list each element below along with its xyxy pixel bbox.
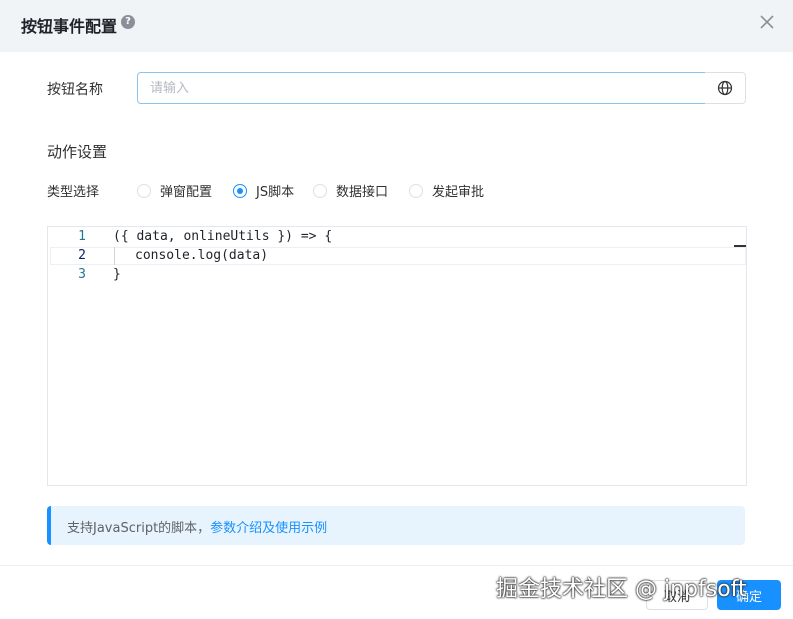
radio-label: 发起审批	[432, 185, 485, 200]
dialog-title: 按钮事件配置	[21, 17, 118, 36]
radio-circle[interactable]	[137, 183, 151, 198]
dialog-header: 按钮事件配置 ?	[0, 0, 793, 52]
type-select-label: 类型选择	[47, 185, 100, 200]
i18n-button[interactable]	[705, 72, 746, 104]
close-icon[interactable]	[758, 13, 776, 31]
tip-accent-bar	[47, 506, 51, 545]
tip-text: 支持JavaScript的脚本，参数介绍及使用示例	[67, 517, 327, 536]
line-number: 1	[78, 229, 86, 244]
globe-icon	[717, 80, 733, 96]
button-name-label: 按钮名称	[47, 82, 103, 98]
radio-label: 数据接口	[336, 185, 389, 200]
info-tip: 支持JavaScript的脚本，参数介绍及使用示例	[47, 506, 745, 545]
code-editor[interactable]: 1 ({ data, onlineUtils }) => { 2 console…	[47, 226, 747, 486]
button-name-input[interactable]	[137, 72, 718, 104]
radio-data-interface[interactable]: 数据接口	[313, 181, 388, 200]
footer-divider	[0, 565, 793, 566]
radio-circle-checked[interactable]	[233, 183, 247, 198]
radio-start-approval[interactable]: 发起审批	[409, 181, 484, 200]
help-icon[interactable]: ?	[121, 15, 135, 29]
code-line: 3 }	[48, 266, 746, 284]
line-number: 3	[78, 267, 86, 282]
code-text: console.log(data)	[135, 248, 269, 263]
params-doc-link[interactable]: 参数介绍及使用示例	[210, 521, 327, 536]
code-text: }	[113, 267, 121, 282]
radio-circle[interactable]	[409, 183, 423, 198]
watermark-text: 掘金技术社区 @ jnpfsoft	[496, 577, 747, 602]
code-line-active: 2 console.log(data)	[48, 247, 746, 265]
radio-label: 弹窗配置	[160, 185, 213, 200]
minimap-marker	[734, 245, 746, 247]
indent-guide	[114, 247, 115, 265]
radio-js-script[interactable]: JS脚本	[233, 181, 294, 200]
tip-message: 支持JavaScript的脚本，	[67, 521, 211, 536]
code-line: 1 ({ data, onlineUtils }) => {	[48, 228, 746, 246]
code-text: ({ data, onlineUtils }) => {	[113, 229, 333, 244]
line-number: 2	[78, 248, 86, 263]
action-section-title: 动作设置	[47, 143, 108, 161]
radio-circle[interactable]	[313, 183, 327, 198]
radio-label: JS脚本	[256, 185, 295, 200]
radio-popup-config[interactable]: 弹窗配置	[137, 181, 212, 200]
